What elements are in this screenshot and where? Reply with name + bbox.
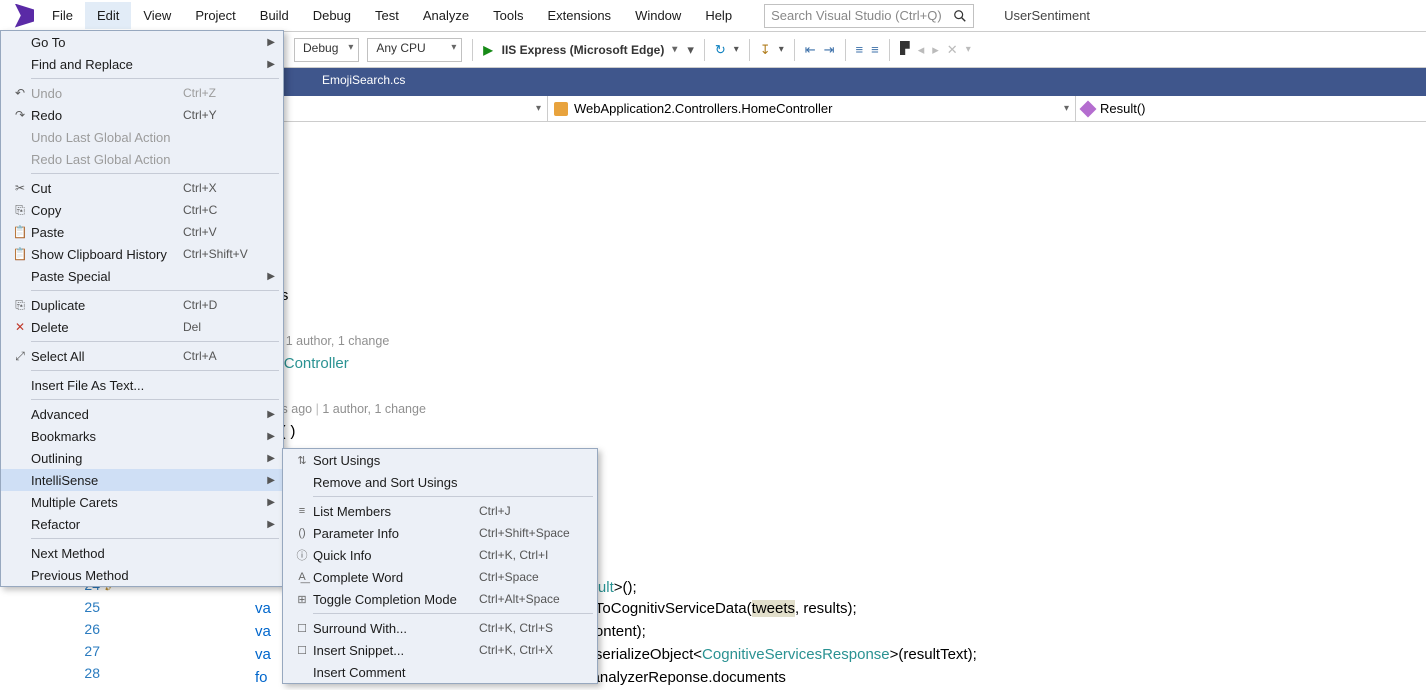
indent-left-icon[interactable]: ⇤ xyxy=(805,42,816,58)
tab-emojisearch[interactable]: EmojiSearch.cs xyxy=(306,68,421,96)
edit-menu-duplicate[interactable]: ⎘DuplicateCtrl+D xyxy=(1,294,283,316)
menu-debug[interactable]: Debug xyxy=(301,2,363,29)
menu-extensions[interactable]: Extensions xyxy=(535,2,623,29)
comment-icon[interactable]: ≡ xyxy=(856,42,864,57)
intellisense-surround-with-[interactable]: ☐Surround With...Ctrl+K, Ctrl+S xyxy=(283,617,597,639)
intellisense-sort-usings[interactable]: ⇅Sort Usings xyxy=(283,449,597,471)
edit-menu-redo[interactable]: ↷RedoCtrl+Y xyxy=(1,104,283,126)
edit-menu-previous-method[interactable]: Previous Method xyxy=(1,564,283,586)
search-placeholder: Search Visual Studio (Ctrl+Q) xyxy=(771,8,953,23)
edit-menu-go-to[interactable]: Go To▶ xyxy=(1,31,283,53)
intellisense-remove-and-sort-usings[interactable]: Remove and Sort Usings xyxy=(283,471,597,493)
method-icon xyxy=(1080,100,1097,117)
edit-menu-outlining[interactable]: Outlining▶ xyxy=(1,447,283,469)
edit-menu-bookmarks[interactable]: Bookmarks▶ xyxy=(1,425,283,447)
edit-menu-intellisense[interactable]: IntelliSense▶ xyxy=(1,469,283,491)
toolbar-separator xyxy=(749,39,750,61)
bookmark-icon[interactable] xyxy=(900,41,910,58)
search-icon xyxy=(953,9,967,23)
step-icon[interactable]: ↧ xyxy=(760,42,771,58)
indent-right-icon[interactable]: ⇥ xyxy=(824,42,835,58)
edit-menu-advanced[interactable]: Advanced▶ xyxy=(1,403,283,425)
menu-project[interactable]: Project xyxy=(183,2,247,29)
intellisense-insert-snippet-[interactable]: ☐Insert Snippet...Ctrl+K, Ctrl+X xyxy=(283,639,597,661)
menu-tools[interactable]: Tools xyxy=(481,2,535,29)
username[interactable]: UserSentiment xyxy=(1004,8,1090,23)
configuration-dropdown[interactable]: Debug xyxy=(294,38,359,62)
intellisense-toggle-completion-mode[interactable]: ⊞Toggle Completion ModeCtrl+Alt+Space xyxy=(283,588,597,610)
refresh-icon[interactable]: ↻ xyxy=(715,42,726,58)
next-bookmark-icon[interactable]: ▸ xyxy=(932,42,939,58)
menu-build[interactable]: Build xyxy=(248,2,301,29)
edit-menu-cut[interactable]: ✂CutCtrl+X xyxy=(1,177,283,199)
intellisense-insert-comment[interactable]: Insert Comment xyxy=(283,661,597,683)
edit-menu-undo-last-global-action: Undo Last Global Action xyxy=(1,126,283,148)
class-dropdown[interactable]: WebApplication2.Controllers.HomeControll… xyxy=(548,96,1076,121)
menubar: FileEditViewProjectBuildDebugTestAnalyze… xyxy=(0,0,1426,32)
platform-dropdown[interactable]: Any CPU xyxy=(367,38,462,62)
edit-menu-next-method[interactable]: Next Method xyxy=(1,542,283,564)
edit-menu-insert-file-as-text-[interactable]: Insert File As Text... xyxy=(1,374,283,396)
edit-menu-undo: ↶UndoCtrl+Z xyxy=(1,82,283,104)
menu-analyze[interactable]: Analyze xyxy=(411,2,481,29)
edit-menu-find-and-replace[interactable]: Find and Replace▶ xyxy=(1,53,283,75)
intellisense-complete-word[interactable]: A͟Complete WordCtrl+Space xyxy=(283,566,597,588)
edit-menu-multiple-carets[interactable]: Multiple Carets▶ xyxy=(1,491,283,513)
intellisense-parameter-info[interactable]: ()Parameter InfoCtrl+Shift+Space xyxy=(283,522,597,544)
toolbar-separator xyxy=(794,39,795,61)
edit-menu-show-clipboard-history[interactable]: 📋Show Clipboard HistoryCtrl+Shift+V xyxy=(1,243,283,265)
edit-menu-copy[interactable]: ⎘CopyCtrl+C xyxy=(1,199,283,221)
search-input[interactable]: Search Visual Studio (Ctrl+Q) xyxy=(764,4,974,28)
toolbar-separator xyxy=(889,39,890,61)
intellisense-quick-info[interactable]: ⓘQuick InfoCtrl+K, Ctrl+I xyxy=(283,544,597,566)
edit-menu: Go To▶Find and Replace▶ ↶UndoCtrl+Z↷RedoC… xyxy=(0,30,284,587)
edit-menu-refactor[interactable]: Refactor▶ xyxy=(1,513,283,535)
intellisense-list-members[interactable]: ≡List MembersCtrl+J xyxy=(283,500,597,522)
menu-file[interactable]: File xyxy=(40,2,85,29)
start-debug-button[interactable]: IIS Express (Microsoft Edge) xyxy=(483,41,679,59)
prev-bookmark-icon[interactable]: ◂ xyxy=(918,42,925,58)
visual-studio-logo-icon xyxy=(10,4,34,28)
line-numbers: 2425262728 xyxy=(60,574,100,684)
menu-test[interactable]: Test xyxy=(363,2,411,29)
menu-window[interactable]: Window xyxy=(623,2,693,29)
menu-view[interactable]: View xyxy=(131,2,183,29)
edit-menu-delete[interactable]: ✕DeleteDel xyxy=(1,316,283,338)
toolbar-separator xyxy=(845,39,846,61)
member-dropdown[interactable]: Result() xyxy=(1076,96,1426,121)
edit-menu-redo-last-global-action: Redo Last Global Action xyxy=(1,148,283,170)
menu-help[interactable]: Help xyxy=(693,2,744,29)
clear-bookmark-icon[interactable]: ✕ xyxy=(947,42,958,58)
edit-menu-select-all[interactable]: ⤢Select AllCtrl+A xyxy=(1,345,283,367)
toolbar-separator xyxy=(472,39,473,61)
uncomment-icon[interactable]: ≡ xyxy=(871,42,879,57)
menu-edit[interactable]: Edit xyxy=(85,2,131,29)
edit-menu-paste-special[interactable]: Paste Special▶ xyxy=(1,265,283,287)
edit-menu-paste[interactable]: 📋PasteCtrl+V xyxy=(1,221,283,243)
intellisense-submenu: ⇅Sort UsingsRemove and Sort Usings ≡List … xyxy=(282,448,598,684)
toolbar-separator xyxy=(704,39,705,61)
class-icon xyxy=(554,102,568,116)
